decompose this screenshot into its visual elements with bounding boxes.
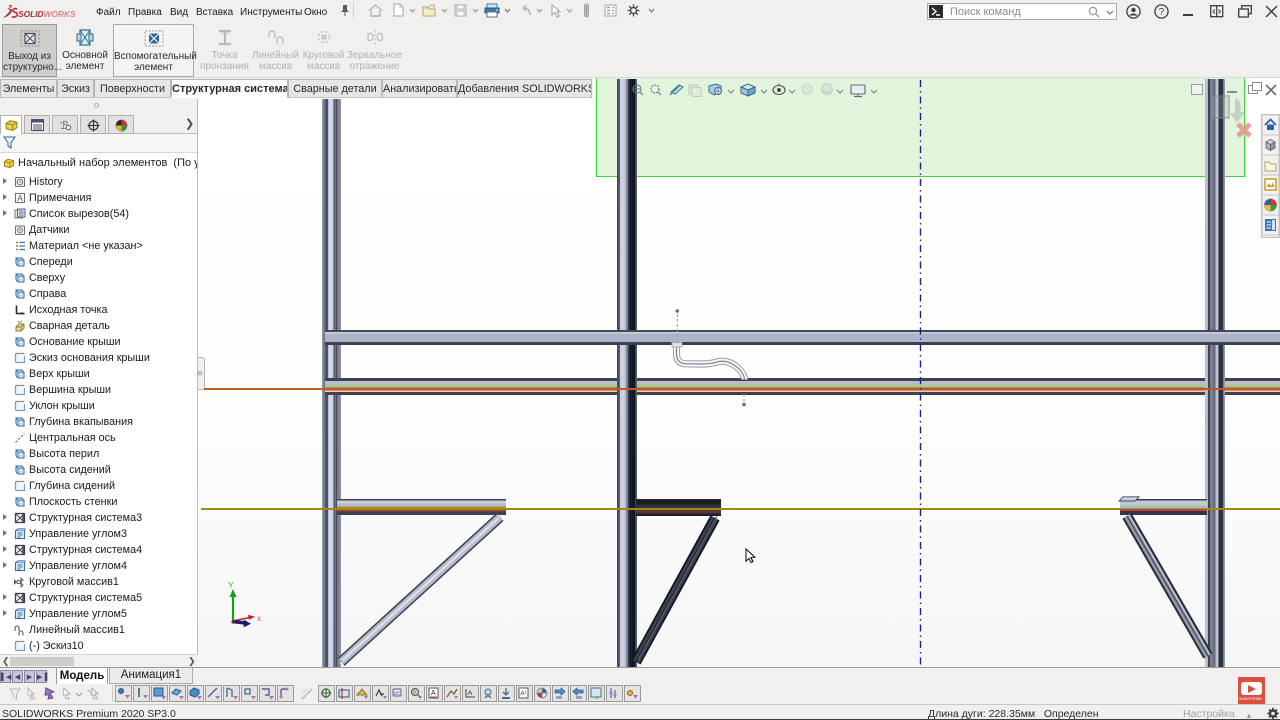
svg-text:Y: Y	[228, 580, 234, 590]
svg-text:A: A	[431, 690, 436, 697]
svg-text:?: ?	[1159, 7, 1165, 18]
svg-text:A¹: A¹	[521, 691, 527, 697]
svg-text:x: x	[257, 614, 261, 623]
svg-text:N: N	[413, 690, 417, 696]
svg-text:cc: cc	[394, 691, 400, 697]
